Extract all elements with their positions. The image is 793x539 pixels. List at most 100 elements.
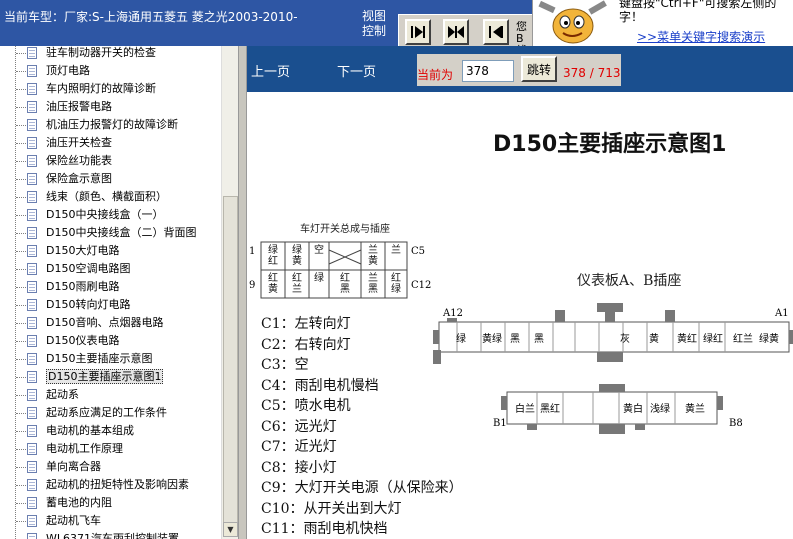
tree-item-label: 线束（颜色、横截面积） bbox=[46, 190, 167, 203]
light-switch-connector bbox=[260, 241, 408, 299]
document-icon bbox=[27, 299, 37, 311]
tree-item[interactable]: D150中央接线盒（二）背面图 bbox=[0, 224, 196, 242]
tree-item-label: D150中央接线盒（一） bbox=[46, 208, 164, 221]
document-icon bbox=[27, 497, 37, 509]
document-icon bbox=[27, 227, 37, 239]
tree-item[interactable]: 电动机工作原理 bbox=[0, 440, 196, 458]
expand-left-button[interactable] bbox=[483, 19, 509, 45]
tree-item-label: 保险丝功能表 bbox=[46, 154, 112, 167]
tree-item[interactable]: D150音响、点烟器电路 bbox=[0, 314, 196, 332]
page-count-text: 378 / 713 bbox=[563, 66, 621, 80]
tree-item[interactable]: 起动系 bbox=[0, 386, 196, 404]
document-icon bbox=[27, 155, 37, 167]
wire-color-label: 黑 bbox=[534, 333, 544, 345]
tree-item[interactable]: 蓄电池的内阻 bbox=[0, 494, 196, 512]
wire-color-label: 黑 bbox=[510, 333, 520, 345]
document-icon bbox=[27, 317, 37, 329]
document-icon bbox=[27, 191, 37, 203]
light-switch-caption: 车灯开关总成与插座 bbox=[300, 222, 390, 235]
tree-item-label: WL6371汽车雨刮控制装置 bbox=[46, 532, 179, 539]
tree-item-label: D150转向灯电路 bbox=[46, 298, 131, 311]
arrow-right-bar-icon bbox=[411, 26, 425, 38]
legend-item: C7：近光灯 bbox=[261, 439, 337, 455]
pin-label: C12 bbox=[411, 280, 431, 291]
legend-item: C4：雨刮电机慢档 bbox=[261, 377, 379, 394]
tree-item[interactable]: WL6371汽车雨刮控制装置 bbox=[0, 530, 196, 539]
legend-item: C9：大灯开关电源（从保险来） bbox=[261, 480, 463, 496]
tree-item-label: D150主要插座示意图 bbox=[46, 352, 153, 365]
pane-splitter[interactable] bbox=[238, 46, 247, 539]
wire-color-label: 绿黄 bbox=[292, 243, 302, 267]
wire-color-label: 绿黄 bbox=[759, 332, 779, 345]
tree-item[interactable]: 起动系应满足的工作条件 bbox=[0, 404, 196, 422]
tree-item[interactable]: D150转向灯电路 bbox=[0, 296, 196, 314]
page-number-input[interactable] bbox=[462, 60, 514, 82]
wire-color-label: 黄红 bbox=[677, 332, 697, 345]
tree-item[interactable]: 电动机的基本组成 bbox=[0, 422, 196, 440]
scroll-down-icon[interactable]: ▼ bbox=[223, 522, 238, 537]
wire-color-label: 黑红 bbox=[540, 402, 560, 415]
wire-color-label: 黄绿 bbox=[482, 332, 502, 345]
wire-color-label: 绿红 bbox=[703, 332, 723, 345]
wire-color-label: 黄白 bbox=[623, 402, 643, 415]
tree-item[interactable]: D150空调电路图 bbox=[0, 260, 196, 278]
tree-item-label: 油压报警电路 bbox=[46, 100, 112, 113]
connector-b-cells: 白兰 黑红 黄白 浅绿 黄兰 bbox=[515, 392, 705, 424]
tree-item-label: D150大灯电路 bbox=[46, 244, 120, 257]
tree-item[interactable]: 顶灯电路 bbox=[0, 62, 196, 80]
wire-color-label: 空 bbox=[314, 243, 324, 256]
split-view-button[interactable] bbox=[443, 19, 469, 45]
light-switch-bottom-row: 红黄红兰绿 红黑兰黑红绿 bbox=[268, 271, 401, 295]
prev-page-link[interactable]: 上一页 bbox=[251, 61, 290, 80]
wire-color-label: 浅绿 bbox=[650, 402, 670, 415]
tree-item[interactable]: 单向离合器 bbox=[0, 458, 196, 476]
scrollbar-thumb[interactable] bbox=[223, 196, 238, 536]
tree-item[interactable]: 起动机的扭矩特性及影响因素 bbox=[0, 476, 196, 494]
wire-color-label: 红兰 bbox=[292, 271, 302, 295]
tree-item-label: 单向离合器 bbox=[46, 460, 101, 473]
tree-item-label: 顶灯电路 bbox=[46, 64, 90, 77]
wire-color-label: 灰 bbox=[620, 332, 630, 345]
tree-item[interactable]: D150仪表电路 bbox=[0, 332, 196, 350]
tree-item[interactable]: 油压开关检查 bbox=[0, 134, 196, 152]
document-icon bbox=[27, 389, 37, 401]
pin-label: 1 bbox=[249, 246, 255, 257]
jump-button[interactable]: 跳转 bbox=[521, 56, 557, 82]
tree-item[interactable]: D150主要插座示意图 bbox=[0, 350, 196, 368]
tree-item[interactable]: D150主要插座示意图1 bbox=[0, 368, 196, 386]
wire-color-label: 黄兰 bbox=[685, 402, 705, 415]
wire-color-label: 黄 bbox=[649, 332, 659, 345]
document-icon bbox=[27, 461, 37, 473]
next-page-link[interactable]: 下一页 bbox=[337, 61, 376, 80]
tree-item[interactable]: 起动机飞车 bbox=[0, 512, 196, 530]
tree-item[interactable]: 线束（颜色、横截面积） bbox=[0, 188, 196, 206]
tree-item-label: 保险盒示意图 bbox=[46, 172, 112, 185]
document-icon bbox=[27, 263, 37, 275]
tree-item[interactable]: 保险丝功能表 bbox=[0, 152, 196, 170]
tree-item[interactable]: D150雨刷电路 bbox=[0, 278, 196, 296]
arrows-split-icon bbox=[448, 26, 464, 38]
document-icon bbox=[27, 47, 37, 59]
expand-right-button[interactable] bbox=[405, 19, 431, 45]
wire-color-label: 绿红 bbox=[268, 243, 278, 267]
search-demo-link[interactable]: >>菜单关键字搜索演示 bbox=[637, 28, 765, 45]
tree-item[interactable]: 保险盒示意图 bbox=[0, 170, 196, 188]
document-icon bbox=[27, 83, 37, 95]
tree-item[interactable]: 机油压力报警灯的故障诊断 bbox=[0, 116, 196, 134]
tree-item-label: 机油压力报警灯的故障诊断 bbox=[46, 118, 178, 131]
help-panel: 键盘按"Ctrl+F"可搜索左侧的字！ >>菜单关键字搜索演示 bbox=[532, 0, 793, 46]
tree-item[interactable]: D150大灯电路 bbox=[0, 242, 196, 260]
legend-item: C1：左转向灯 bbox=[261, 316, 351, 332]
tree-item[interactable]: 车内照明灯的故障诊断 bbox=[0, 80, 196, 98]
document-icon bbox=[27, 425, 37, 437]
document-icon bbox=[27, 407, 37, 419]
document-icon bbox=[27, 245, 37, 257]
tree-scrollbar[interactable]: ▼ bbox=[221, 46, 238, 539]
document-icon bbox=[27, 335, 37, 347]
tree-item[interactable]: 驻车制动器开关的检查 bbox=[0, 46, 196, 62]
tree-item[interactable]: D150中央接线盒（一） bbox=[0, 206, 196, 224]
tree-item-label: 电动机工作原理 bbox=[46, 442, 123, 455]
help-tip-text: 键盘按"Ctrl+F"可搜索左侧的字！ bbox=[619, 0, 777, 24]
tree-item[interactable]: 油压报警电路 bbox=[0, 98, 196, 116]
pin-label: C5 bbox=[411, 246, 425, 257]
